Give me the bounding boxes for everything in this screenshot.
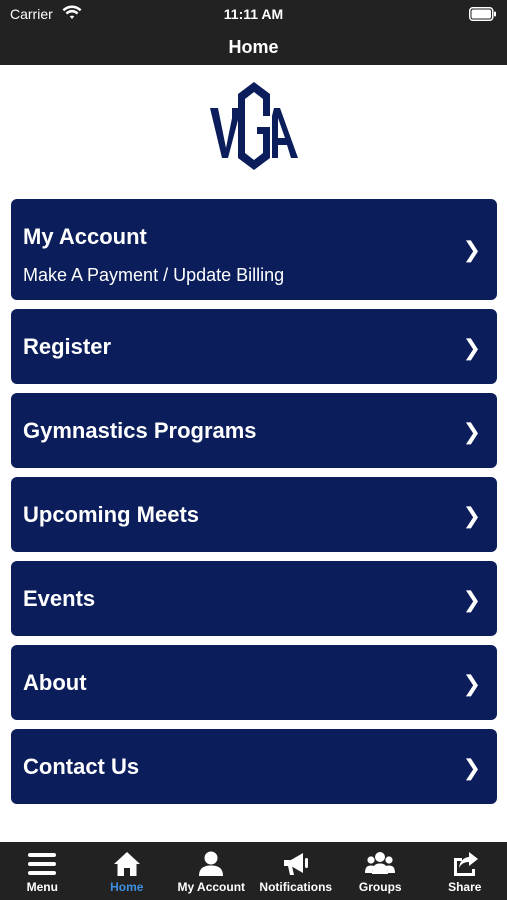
menu-item-about[interactable]: About ❯ — [11, 645, 497, 720]
menu-item-upcoming-meets[interactable]: Upcoming Meets ❯ — [11, 477, 497, 552]
chevron-right-icon: ❯ — [462, 503, 481, 528]
home-icon — [113, 852, 140, 876]
menu-item-label: About — [23, 670, 87, 695]
chevron-right-icon: ❯ — [462, 237, 481, 262]
menu-item-contact-us[interactable]: Contact Us ❯ — [11, 729, 497, 804]
tab-label: Home — [110, 880, 144, 894]
menu-item-label: Events — [23, 586, 96, 611]
menu-item-label: Gymnastics Programs — [23, 418, 257, 443]
menu-item-label: Register — [23, 334, 112, 359]
menu-item-register[interactable]: Register ❯ — [11, 309, 497, 384]
menu-item-label: My Account — [23, 224, 147, 249]
tab-label: Menu — [26, 880, 58, 894]
menu-item-gymnastics-programs[interactable]: Gymnastics Programs ❯ — [11, 393, 497, 468]
tab-home[interactable]: Home — [85, 842, 170, 900]
tab-bar: Menu Home My Account Notifications Group… — [0, 842, 507, 900]
navigation-bar: Home — [0, 30, 507, 65]
tab-label: Groups — [358, 880, 402, 894]
menu-item-events[interactable]: Events ❯ — [11, 561, 497, 636]
home-menu-list: My Account Make A Payment / Update Billi… — [11, 199, 497, 813]
chevron-right-icon: ❯ — [462, 587, 481, 612]
tab-menu[interactable]: Menu — [0, 842, 85, 900]
battery-icon — [469, 7, 496, 21]
tab-groups[interactable]: Groups — [338, 842, 423, 900]
chevron-right-icon: ❯ — [462, 335, 481, 360]
vga-logo — [210, 82, 298, 170]
menu-item-sublabel: Make A Payment / Update Billing — [23, 265, 285, 285]
megaphone-icon — [283, 853, 308, 875]
tab-label: My Account — [177, 880, 246, 894]
status-bar: Carrier 11:11 AM — [0, 0, 507, 30]
chevron-right-icon: ❯ — [462, 671, 481, 696]
tab-label: Share — [448, 880, 482, 894]
share-icon — [453, 852, 478, 876]
user-icon — [199, 851, 224, 876]
menu-item-my-account[interactable]: My Account Make A Payment / Update Billi… — [11, 199, 497, 300]
chevron-right-icon: ❯ — [462, 755, 481, 780]
page-title: Home — [228, 37, 279, 57]
groups-icon — [365, 852, 396, 874]
menu-item-label: Contact Us — [23, 754, 140, 779]
tab-my-account[interactable]: My Account — [169, 842, 254, 900]
menu-icon — [28, 853, 57, 875]
clock: 11:11 AM — [223, 6, 284, 22]
menu-item-label: Upcoming Meets — [23, 502, 200, 527]
tab-share[interactable]: Share — [423, 842, 507, 900]
tab-label: Notifications — [259, 880, 333, 894]
tab-notifications[interactable]: Notifications — [254, 842, 339, 900]
chevron-right-icon: ❯ — [462, 419, 481, 444]
